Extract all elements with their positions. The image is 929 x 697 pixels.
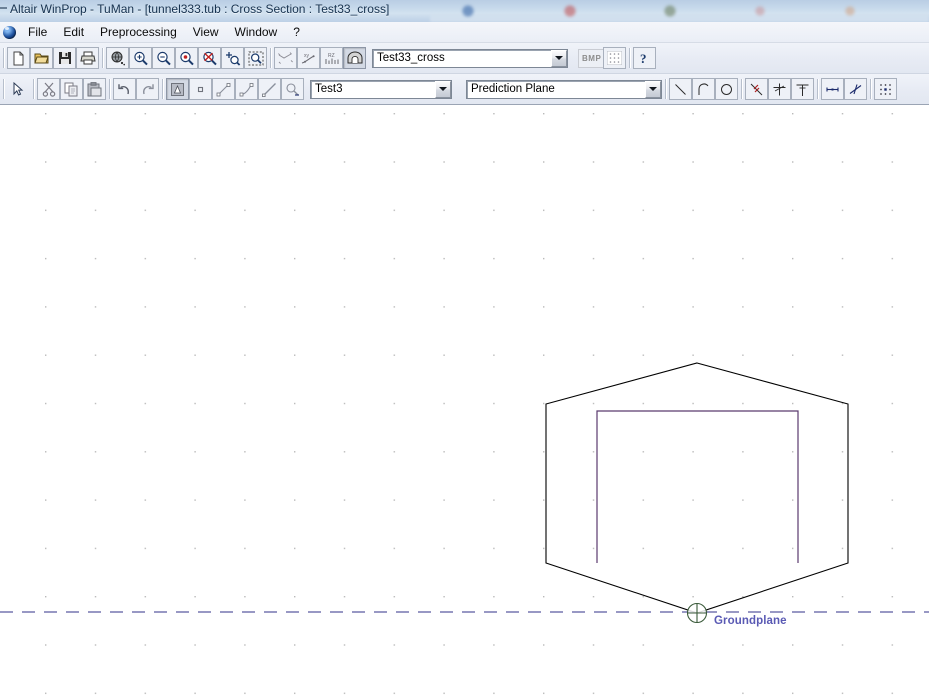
- menu-window[interactable]: Window: [227, 23, 286, 41]
- plane-button-group: xy RZ: [274, 45, 366, 71]
- cross-section-icon[interactable]: [274, 47, 297, 69]
- toolbar-separator: [814, 76, 821, 102]
- perpendicular-icon[interactable]: [791, 78, 814, 100]
- toolbar-separator: [0, 45, 7, 71]
- origin-crosshair-icon[interactable]: [686, 602, 708, 624]
- application-window: Altair WinProp - TuMan - [tunnel333.tub …: [0, 0, 929, 697]
- geometry-group: [669, 76, 738, 102]
- cross-section-selector-value: Test33_cross: [377, 51, 445, 64]
- toolbar-bottom: Test3 Prediction Plane: [0, 74, 929, 105]
- menu-edit[interactable]: Edit: [55, 23, 92, 41]
- menu-file[interactable]: File: [20, 23, 55, 41]
- cut-scissors-icon[interactable]: [37, 78, 60, 100]
- bmp-export-group: BMP: [578, 47, 627, 69]
- window-left-edge: [0, 7, 7, 9]
- svg-text:xy: xy: [304, 53, 310, 59]
- midpoint-icon[interactable]: [768, 78, 791, 100]
- window-title: Altair WinProp - TuMan - [tunnel333.tub …: [10, 2, 390, 16]
- view-button-group: [106, 45, 267, 71]
- canvas-svg: [0, 105, 929, 697]
- clipboard-group: [37, 76, 106, 102]
- file-button-group: [7, 45, 99, 71]
- xy-plane-icon[interactable]: xy: [297, 47, 320, 69]
- zoom-out-icon[interactable]: [152, 47, 175, 69]
- drawing-canvas[interactable]: Groundplane: [0, 105, 929, 697]
- bmp-grid-icon[interactable]: [603, 47, 627, 69]
- toolbar-separator: [106, 76, 113, 102]
- toolbar-top: xy RZ Test33_cross BMP ?: [0, 43, 929, 74]
- select-arrow-icon[interactable]: [7, 78, 30, 100]
- toolbar-separator: [267, 45, 274, 71]
- zoom-window-icon[interactable]: [244, 47, 267, 69]
- menu-bar: File Edit Preprocessing View Window ?: [0, 22, 929, 43]
- chevron-down-icon[interactable]: [645, 80, 661, 98]
- zoom-reset-icon[interactable]: [198, 47, 221, 69]
- dimension-group: [821, 76, 867, 102]
- svg-text:RZ: RZ: [328, 53, 335, 59]
- desktop-blur-strip: [430, 0, 929, 22]
- polyline-icon[interactable]: [258, 78, 281, 100]
- menu-view[interactable]: View: [185, 23, 227, 41]
- text-label-icon[interactable]: [166, 78, 189, 100]
- save-disk-icon[interactable]: [53, 47, 76, 69]
- zoom-point-icon[interactable]: [175, 47, 198, 69]
- distance-icon[interactable]: [821, 78, 844, 100]
- toolbar-separator: [662, 76, 669, 102]
- history-group: [113, 76, 159, 102]
- grid-snap-icon[interactable]: [874, 78, 897, 100]
- redo-icon[interactable]: [136, 78, 159, 100]
- groundplane-label: Groundplane: [714, 615, 787, 627]
- toolbar-separator: [99, 45, 106, 71]
- plane-selector-value: Prediction Plane: [471, 82, 555, 95]
- winprop-globe-icon: [3, 25, 16, 39]
- toolbar-separator: [867, 76, 874, 102]
- undo-icon[interactable]: [113, 78, 136, 100]
- rz-plane-icon[interactable]: RZ: [320, 47, 343, 69]
- plane-selector[interactable]: Prediction Plane: [466, 79, 662, 99]
- title-bar: Altair WinProp - TuMan - [tunnel333.tub …: [0, 0, 929, 22]
- chevron-down-icon[interactable]: [435, 80, 451, 98]
- paste-icon[interactable]: [83, 78, 106, 100]
- help-question-icon[interactable]: ?: [633, 47, 657, 69]
- menu-preprocessing[interactable]: Preprocessing: [92, 23, 185, 41]
- line-segment-icon[interactable]: [212, 78, 235, 100]
- cross-section-selector[interactable]: Test33_cross: [372, 48, 568, 68]
- point-square-icon[interactable]: [189, 78, 212, 100]
- material-selector-value: Test3: [315, 82, 343, 95]
- toolbar-separator: [159, 76, 166, 102]
- toolbar-separator: [738, 76, 745, 102]
- toolbar-separator: [626, 45, 633, 71]
- tunnel-view-icon[interactable]: [343, 47, 366, 69]
- arc-icon[interactable]: [692, 78, 715, 100]
- toolbar-separator: [30, 76, 37, 102]
- grid-dots: [0, 105, 929, 697]
- toolbar-separator: [0, 76, 7, 102]
- intersect-icon[interactable]: [745, 78, 768, 100]
- open-folder-icon[interactable]: [30, 47, 53, 69]
- circle-icon[interactable]: [715, 78, 738, 100]
- pan-zoom-icon[interactable]: [221, 47, 244, 69]
- new-document-icon[interactable]: [7, 47, 30, 69]
- copy-icon[interactable]: [60, 78, 83, 100]
- draw-group: [166, 76, 304, 102]
- render-globe-icon[interactable]: [106, 47, 129, 69]
- zoom-in-icon[interactable]: [129, 47, 152, 69]
- measure-icon[interactable]: [281, 78, 304, 100]
- chevron-down-icon[interactable]: [551, 49, 567, 67]
- print-icon[interactable]: [76, 47, 99, 69]
- svg-text:?: ?: [640, 51, 647, 66]
- curve-icon[interactable]: [235, 78, 258, 100]
- diagonal-line-icon[interactable]: [669, 78, 692, 100]
- snap-group: [745, 76, 814, 102]
- menu-help[interactable]: ?: [285, 23, 308, 41]
- angle-icon[interactable]: [844, 78, 867, 100]
- material-selector[interactable]: Test3: [310, 79, 452, 99]
- bmp-label: BMP: [578, 48, 604, 68]
